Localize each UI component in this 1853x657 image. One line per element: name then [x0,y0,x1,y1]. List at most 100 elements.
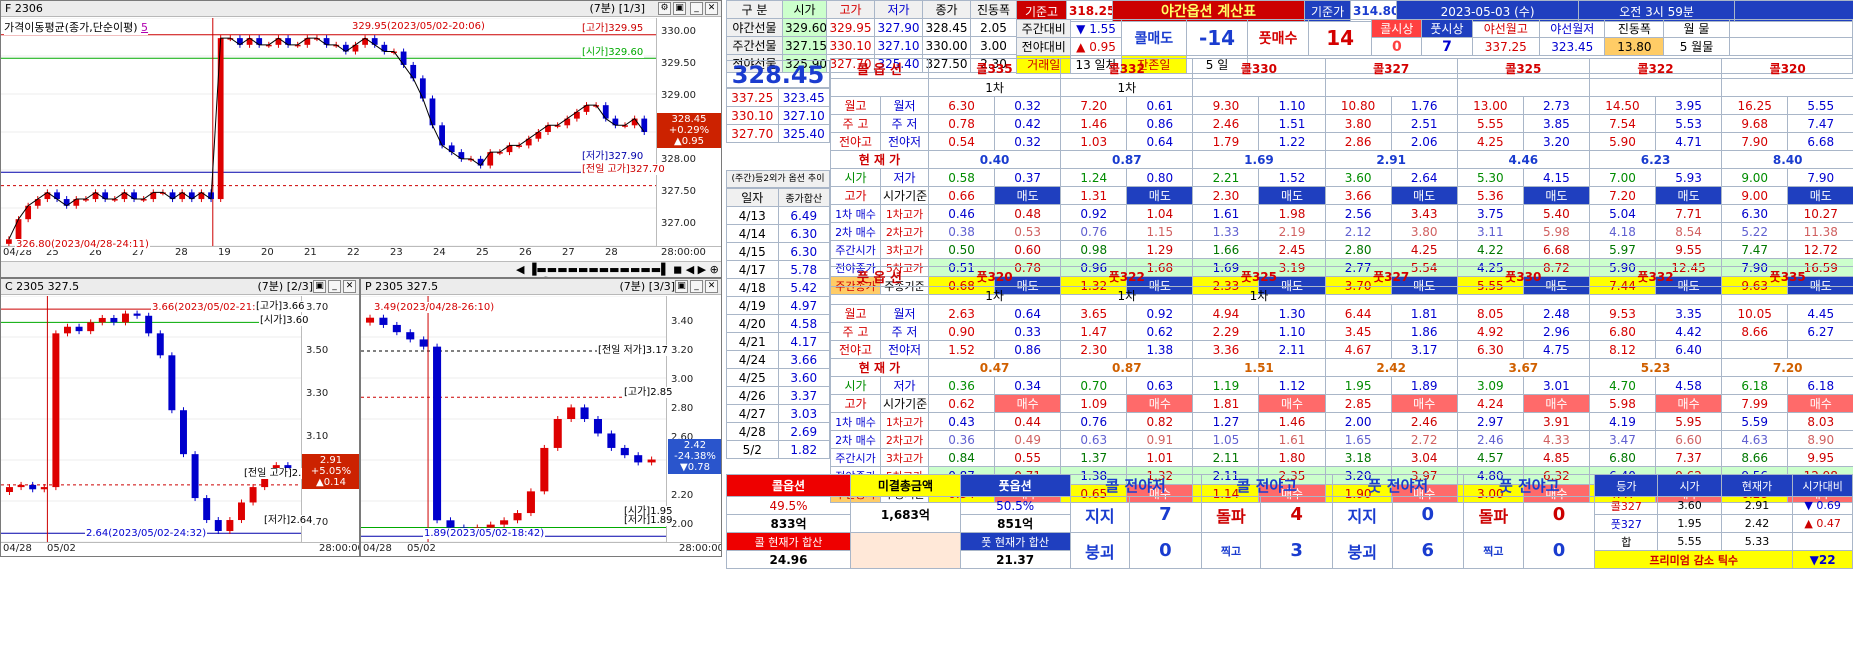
x-tick-label: 27 [562,247,575,258]
minimize-icon[interactable]: _ [328,280,341,293]
cell: 3.35 [1655,304,1723,323]
minimize-icon[interactable]: _ [690,280,703,293]
cell: 3.45 [1324,322,1392,341]
cell: 9.53 [1588,304,1657,323]
cell: 2.73 [1522,96,1590,115]
table-row: 4/27 3.03 [726,404,830,423]
cell: 2.64 [1390,168,1458,187]
candle [647,459,656,463]
cell: 4.85 [1522,448,1590,467]
close-icon[interactable]: ✕ [705,2,718,15]
candle [526,491,535,514]
cell: 2.42 [1324,358,1458,377]
cell: 7.00 [1588,168,1657,187]
candle [366,317,375,323]
put-chart-titlebar[interactable]: P 2305 327.5 (7분) [3/3] ▣ _ ✕ [361,279,721,295]
cell: 콜 전야저 [1069,474,1202,497]
cell: 50.5% [959,496,1071,515]
candle [540,447,549,492]
futures-candle-plot[interactable] [1,18,656,246]
cell: 3.80 [1324,114,1392,133]
cell [1721,78,1853,97]
cell: 6.23 [1588,150,1723,169]
cell: 1.52 [927,340,996,359]
cell: 1.52 [1258,168,1326,187]
cell: 2.63 [927,304,996,323]
settings-icon[interactable]: ⚙ [658,2,671,15]
y-tick-label: 3.00 [671,374,694,385]
cell: 14.50 [1588,96,1657,115]
cell: 5.42 [777,278,830,297]
cell: 2차 매수 [830,222,881,241]
cell: 3차고가 [880,448,929,467]
cell: 고가 [830,394,881,413]
cell: 1,683억 [850,496,961,533]
candle [419,339,428,347]
chart-scrollbar[interactable]: ◀ ▐▬▬▬▬▬▬▬▬▬▬▬▬▌ ◼ ◀ ▶ ⊕ ⊖ ⊕ 🔍 [1,261,721,277]
cell: 0.82 [1126,412,1194,431]
cell: 4/24 [726,350,779,369]
cell: 7.37 [1655,448,1723,467]
cell: 2차고가 [880,222,929,241]
table-row: 4/25 3.60 [726,368,830,387]
candle [133,313,141,316]
cell: 0.63 [1060,430,1128,449]
cell: 4.17 [777,332,830,351]
cell: 0.84 [927,448,996,467]
cell: 3.36 [1192,340,1260,359]
call-chart-titlebar[interactable]: C 2305 327.5 (7분) [2/3] ▣ _ ✕ [1,279,359,295]
cell: 1.81 [1192,394,1260,413]
cell: 1.95 [1657,514,1722,533]
cell: 콜330 [1192,58,1326,79]
cell: 매도 [1787,186,1853,205]
candle [567,407,576,419]
futures-row: 주간선물 327.15 330.10 327.10 330.00 3.00 [726,36,1017,55]
candle [168,355,176,411]
window-icon[interactable]: ▣ [673,2,686,15]
close-icon[interactable]: ✕ [705,280,718,293]
cell: 콜327 [1594,496,1659,515]
cell: 0.76 [1060,222,1128,241]
candle [156,333,164,356]
cell: 6.80 [1588,448,1657,467]
cell: 1.03 [1060,132,1128,151]
y-tick-label: 327.50 [661,186,696,197]
put-candle-plot[interactable] [361,296,666,542]
annotation: 1.89(2023/05/02-18:42) [423,528,546,539]
cell: 1.15 [1126,222,1194,241]
cell: 매수 [1522,394,1590,413]
futures-chart-titlebar[interactable]: F 2306 (7분) [1/3] ⚙ ▣ _ ✕ [1,1,721,17]
cell: 3 [1260,532,1333,569]
cell: 4.67 [1324,340,1392,359]
indicator-label: 가격이동평균(종가,단순이평) 5 [4,19,149,35]
trend-title: (주간)등2외가 옵션 추이 [726,170,830,188]
table-row: 4/17 5.78 [726,260,830,279]
cell: 0 [1391,496,1465,533]
cell: 현 재 가 [830,150,929,169]
cell: 콜옵션 [725,474,852,497]
cell: 전야고 [830,340,881,359]
cell: 시가 [830,376,881,395]
cell: 4/25 [726,368,779,387]
cell: 0.91 [1126,430,1194,449]
cell: 2.96 [1522,322,1590,341]
col-header: 구 분 [726,0,783,19]
cell: 3.09 [1456,376,1524,395]
put-y-axis: 3.403.203.002.802.602.402.202.00 [666,296,721,542]
put-option-table: 풋 옵 션 풋320 풋322 풋325 풋327 풋330 풋332 풋335 1차 1차 1차 월… [830,266,1853,503]
close-icon[interactable]: ✕ [343,280,356,293]
window-icon[interactable]: ▣ [675,280,688,293]
y-tick-label: 330.00 [661,26,696,37]
cell: 4.94 [1192,304,1260,323]
cell: 0.40 [927,150,1062,169]
cell: 시가 [830,168,881,187]
minimize-icon[interactable]: _ [690,2,703,15]
cell: 4.92 [1456,322,1524,341]
cell: 4.63 [1721,430,1789,449]
table-row: 4/18 5.42 [726,278,830,297]
cell: 1.95 [1324,376,1392,395]
y-tick-label: 3.70 [306,302,329,313]
cell: 4/18 [726,278,779,297]
call-candle-plot[interactable] [1,296,301,542]
window-icon[interactable]: ▣ [313,280,326,293]
